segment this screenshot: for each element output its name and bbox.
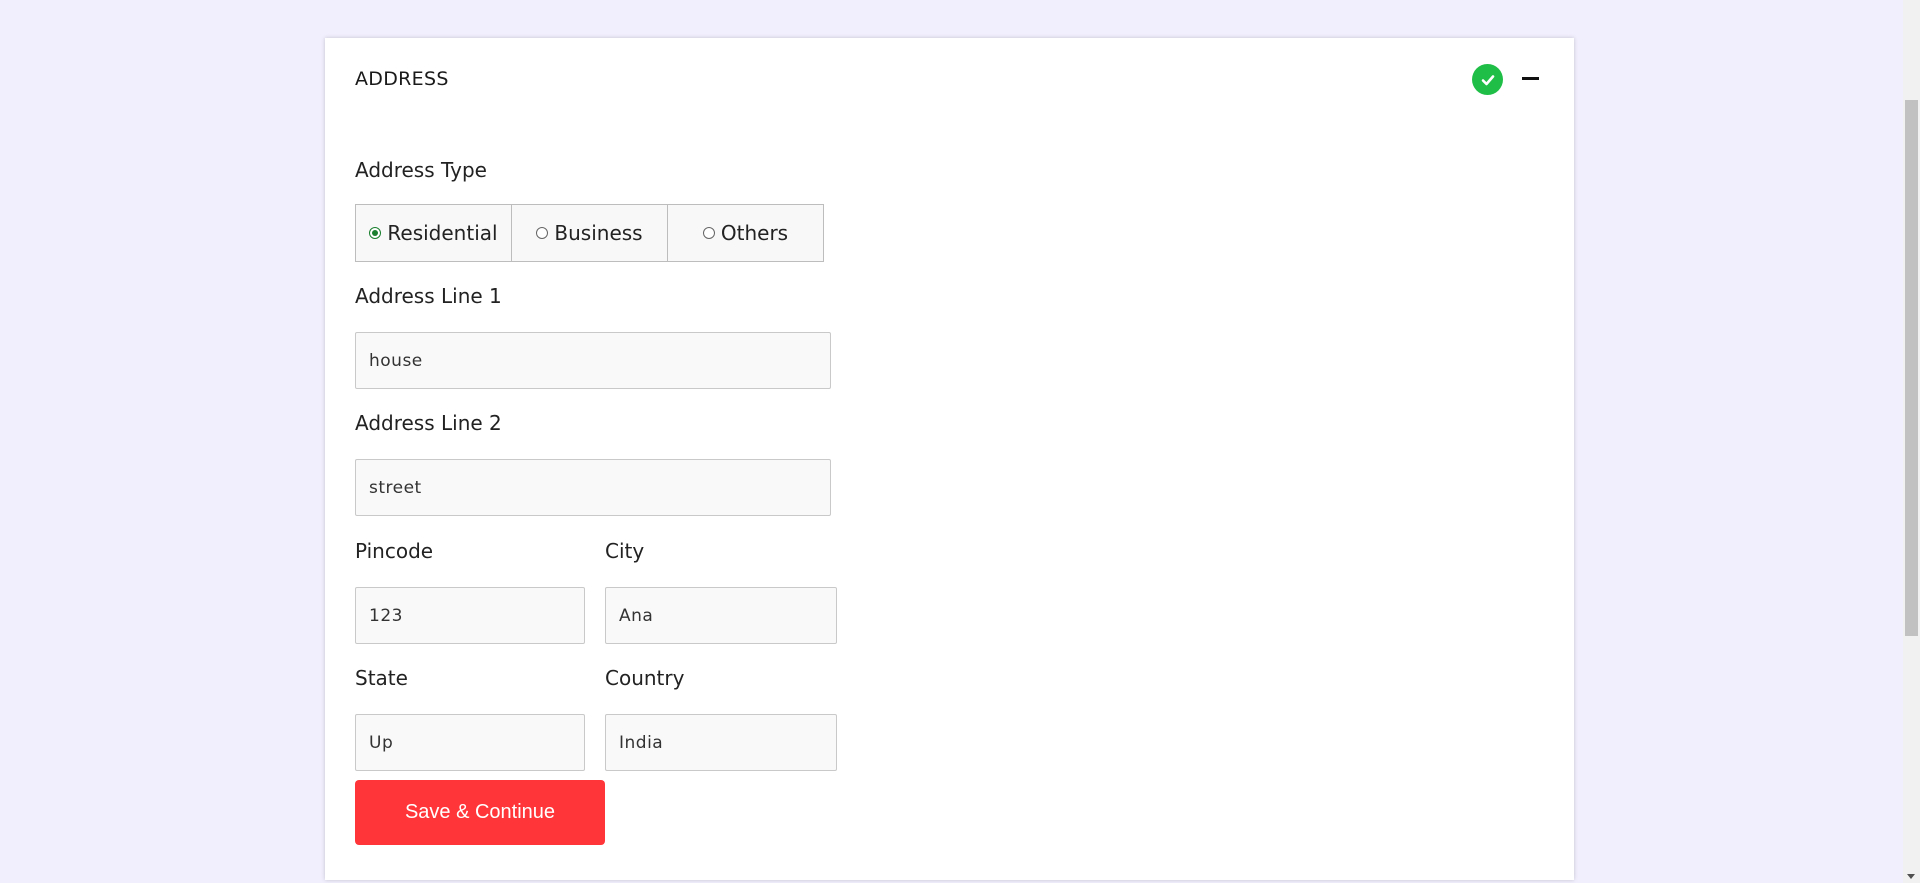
address-type-label: Address Type [355,158,487,182]
radio-business[interactable]: Business [511,205,667,261]
check-circle-icon [1472,64,1503,95]
country-input[interactable] [605,714,837,771]
radio-label-business: Business [554,221,643,245]
vertical-scrollbar[interactable] [1903,0,1920,883]
country-label: Country [605,666,685,690]
radio-unchecked-icon [536,227,549,239]
radio-others[interactable]: Others [667,205,823,261]
address-line-2-label: Address Line 2 [355,411,502,435]
scroll-down-icon[interactable] [1907,874,1915,879]
address-card: ADDRESS Address Type Residential Busines… [325,38,1574,880]
radio-label-residential: Residential [387,221,498,245]
city-label: City [605,539,645,563]
radio-label-others: Others [720,221,789,245]
address-line-1-label: Address Line 1 [355,284,502,308]
section-title: ADDRESS [355,68,449,90]
radio-unchecked-icon [702,227,715,239]
address-line-1-input[interactable] [355,332,831,389]
page: ADDRESS Address Type Residential Busines… [0,0,1920,883]
scrollbar-thumb[interactable] [1905,100,1918,636]
address-line-2-input[interactable] [355,459,831,516]
minus-icon[interactable] [1522,77,1539,80]
save-continue-button[interactable]: Save & Continue [355,780,605,845]
state-input[interactable] [355,714,585,771]
pincode-input[interactable] [355,587,585,644]
state-label: State [355,666,408,690]
radio-checked-icon [369,227,382,239]
radio-residential[interactable]: Residential [356,205,511,261]
address-type-radio-group: Residential Business Others [355,204,824,262]
pincode-label: Pincode [355,539,434,563]
city-input[interactable] [605,587,837,644]
